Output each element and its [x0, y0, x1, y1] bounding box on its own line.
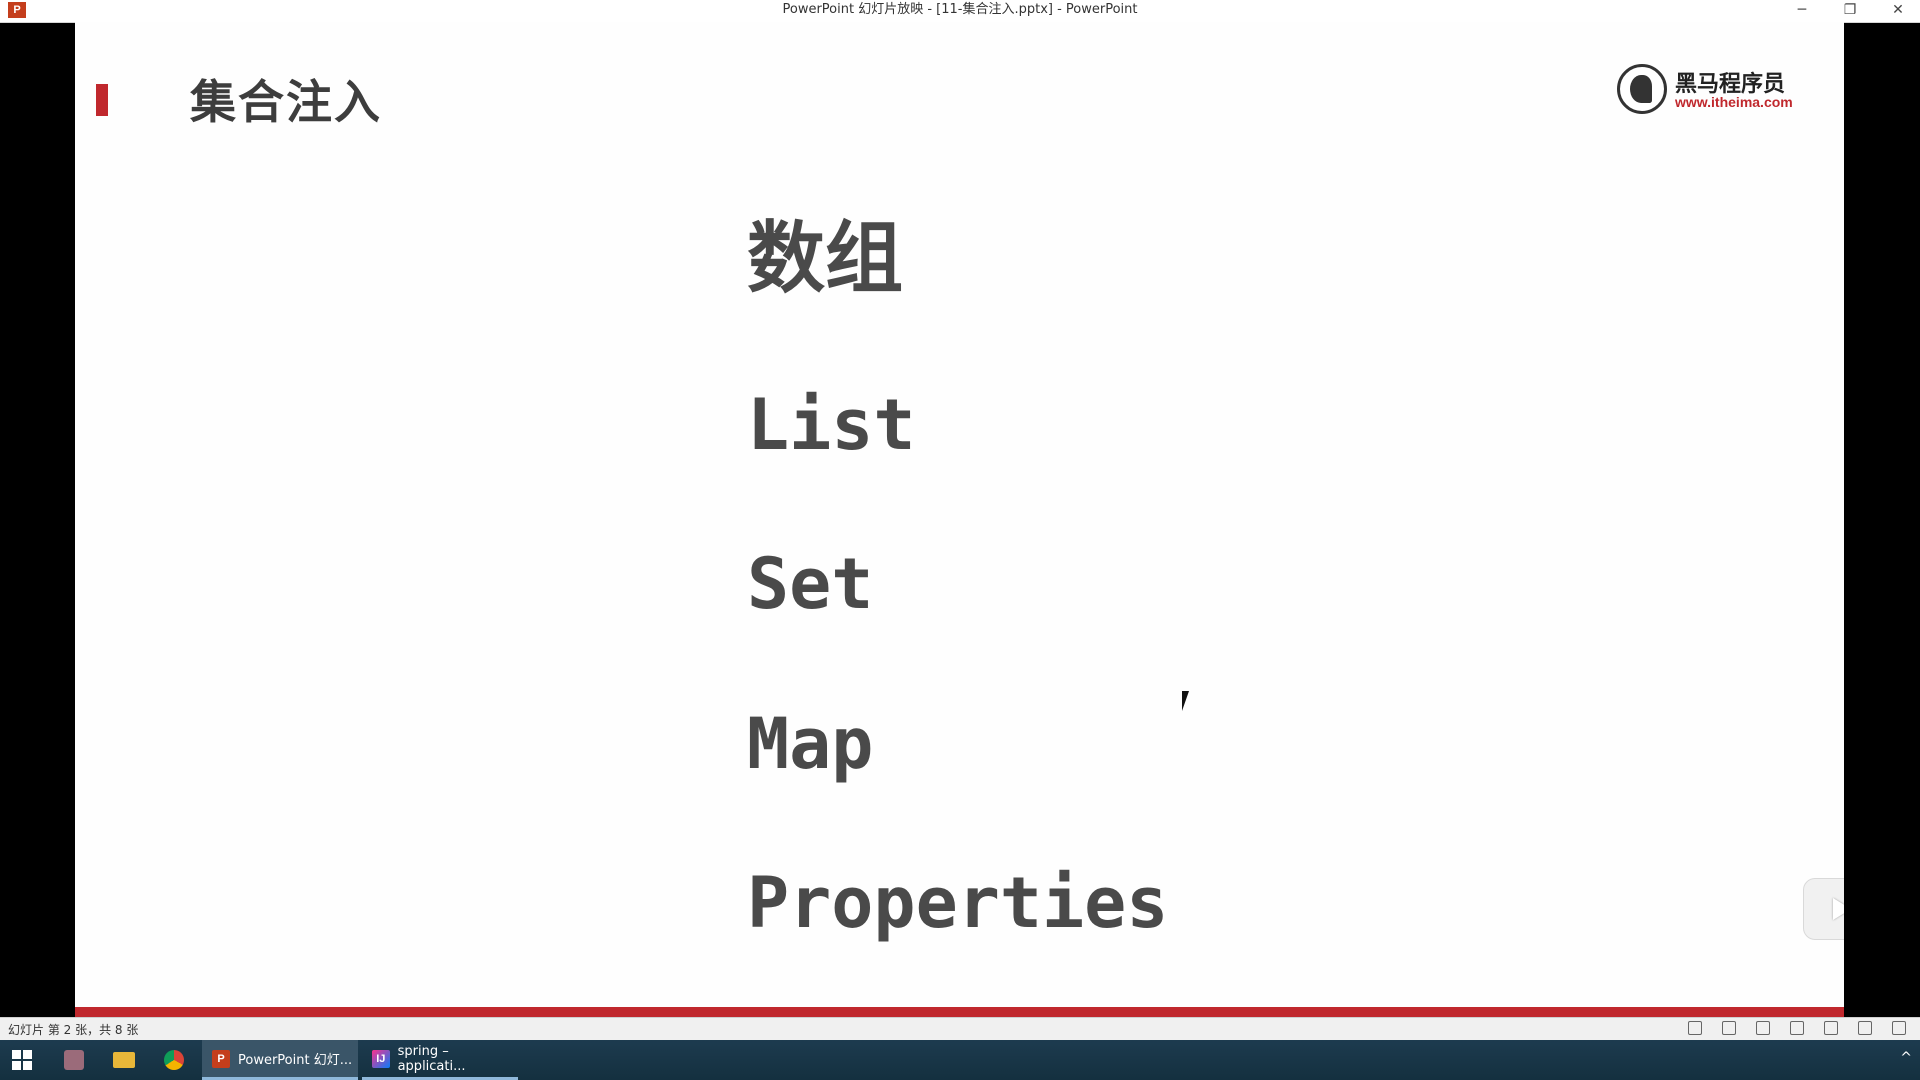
app-launcher-icon[interactable] — [50, 1040, 98, 1080]
chrome-icon[interactable] — [150, 1040, 198, 1080]
slideshow-view-icon[interactable] — [1892, 1021, 1906, 1035]
slide-counter: 幻灯片 第 2 张，共 8 张 — [8, 1023, 139, 1037]
logo-url: www.itheima.com — [1675, 94, 1793, 110]
itheima-logo: 黑马程序员 www.itheima.com — [1617, 62, 1807, 118]
tray-expand-icon[interactable]: ^ — [1900, 1050, 1912, 1066]
window-title-bar: P PowerPoint 幻灯片放映 - [11-集合注入.pptx] - Po… — [0, 0, 1920, 23]
restore-button[interactable]: ❐ — [1828, 0, 1872, 22]
previous-icon[interactable] — [1688, 1021, 1702, 1035]
slide-item-array: 数组 — [747, 214, 904, 304]
taskbar-item-label: PowerPoint 幻灯... — [238, 1053, 353, 1068]
video-play-icon[interactable] — [1803, 878, 1844, 940]
title-accent-bar — [96, 84, 108, 116]
start-button[interactable] — [0, 1040, 44, 1080]
powerpoint-icon: P — [212, 1049, 230, 1068]
pen-icon[interactable] — [1722, 1021, 1736, 1035]
windows-taskbar: P PowerPoint 幻灯... IJ spring – applicati… — [0, 1040, 1920, 1080]
slide-item-properties: Properties — [747, 862, 1169, 944]
close-button[interactable]: ✕ — [1876, 0, 1920, 22]
slide-canvas[interactable]: 集合注入 黑马程序员 www.itheima.com 数组 List Set M… — [75, 22, 1844, 1017]
windows-icon — [12, 1050, 32, 1070]
slide-item-list: List — [747, 384, 916, 466]
window-title: PowerPoint 幻灯片放映 - [11-集合注入.pptx] - Powe… — [782, 2, 1138, 17]
slide-item-set: Set — [747, 543, 874, 625]
play-icon[interactable] — [1756, 1021, 1770, 1035]
taskbar-item-intellij[interactable]: IJ spring – applicati... — [362, 1040, 518, 1080]
minimize-button[interactable]: ─ — [1780, 0, 1824, 22]
status-controls — [1688, 1021, 1906, 1035]
slide-title: 集合注入 — [190, 75, 382, 129]
notes-icon[interactable] — [1790, 1021, 1804, 1035]
horse-logo-icon — [1617, 64, 1667, 114]
reading-view-icon[interactable] — [1858, 1021, 1872, 1035]
mouse-cursor-icon — [1182, 691, 1189, 711]
taskbar-item-powerpoint[interactable]: P PowerPoint 幻灯... — [202, 1040, 358, 1080]
grid-view-icon[interactable] — [1824, 1021, 1838, 1035]
taskbar-item-label: spring – applicati... — [397, 1043, 466, 1074]
slide-item-map: Map — [747, 703, 874, 785]
intellij-icon: IJ — [372, 1049, 390, 1068]
slide-bottom-bar — [75, 1007, 1844, 1017]
file-explorer-icon[interactable] — [100, 1040, 148, 1080]
slideshow-status-bar: 幻灯片 第 2 张，共 8 张 — [0, 1017, 1920, 1040]
